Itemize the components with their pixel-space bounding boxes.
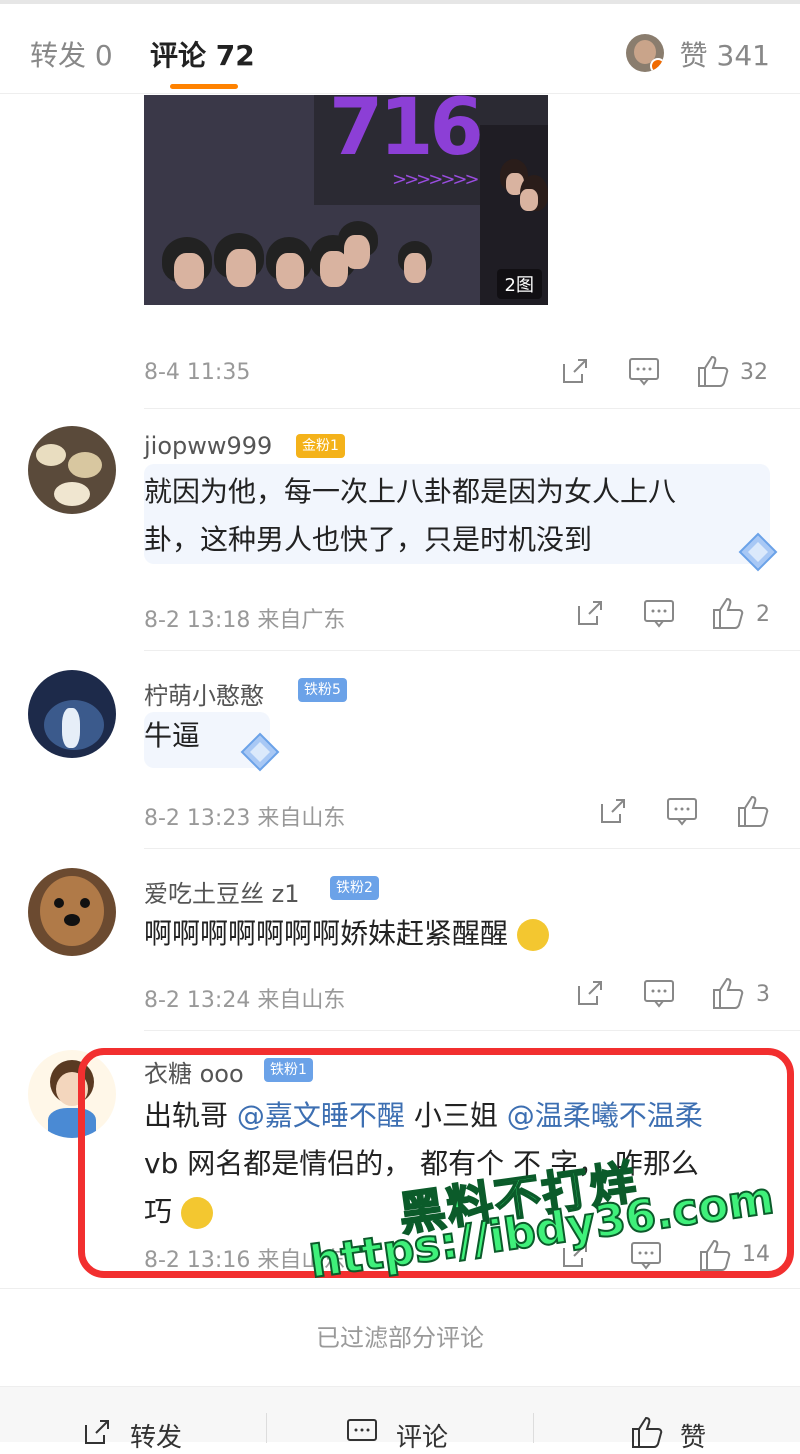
thumbs-up-icon[interactable] <box>630 1415 664 1453</box>
username[interactable]: 柠萌小憨憨 <box>144 676 264 711</box>
like-count: 3 <box>756 982 770 1007</box>
comment-icon[interactable] <box>666 796 698 830</box>
post-image[interactable]: 716 >>>>>>> 2图 <box>144 95 548 305</box>
post-time: 8-4 11:35 <box>144 360 251 385</box>
diamond-icon <box>238 730 282 778</box>
fan-badge: 金粉1 <box>296 434 345 458</box>
tab-bar: 转发 0 评论 72 赞 341 <box>0 4 800 94</box>
thumbs-up-icon[interactable] <box>736 794 770 832</box>
comment-icon[interactable] <box>628 356 660 390</box>
fan-badge: 铁粉5 <box>298 678 347 702</box>
divider <box>266 1413 267 1443</box>
divider <box>144 848 800 849</box>
comment-text: 啊啊啊啊啊啊啊娇妹赶紧醒醒 <box>144 910 549 958</box>
avatar[interactable] <box>28 670 116 758</box>
share-icon[interactable] <box>575 978 605 1012</box>
tab-comment[interactable]: 评论 72 <box>150 34 255 74</box>
divider <box>533 1413 534 1443</box>
chevron-decoration: >>>>>>> <box>392 169 480 190</box>
divider <box>144 1030 800 1031</box>
liker-avatar[interactable] <box>626 34 664 72</box>
like-button[interactable]: 赞 <box>680 1417 706 1454</box>
fan-badge: 铁粉2 <box>330 876 379 900</box>
active-tab-indicator <box>170 84 238 89</box>
divider <box>144 408 800 409</box>
repost-button[interactable]: 转发 <box>130 1417 182 1454</box>
comment-time: 8-2 13:23 来自山东 <box>144 806 346 831</box>
comment-icon[interactable] <box>643 598 675 632</box>
share-icon[interactable] <box>575 598 605 632</box>
people-row <box>144 221 548 305</box>
comment-icon[interactable] <box>643 978 675 1012</box>
verified-icon <box>650 58 664 72</box>
thumbs-up-icon[interactable] <box>711 596 745 634</box>
avatar[interactable] <box>28 868 116 956</box>
comment-time: 8-2 13:24 来自山东 <box>144 988 346 1013</box>
share-icon[interactable] <box>82 1417 112 1451</box>
comment-text: 牛逼 <box>144 719 201 752</box>
post-like-count: 32 <box>740 360 768 385</box>
thumbs-up-icon[interactable] <box>711 976 745 1014</box>
tab-repost[interactable]: 转发 0 <box>30 34 113 74</box>
share-icon[interactable] <box>598 796 628 830</box>
username[interactable]: jiopww999 <box>144 432 272 460</box>
avatar[interactable] <box>28 426 116 514</box>
comment-icon[interactable] <box>346 1417 378 1451</box>
comment-time: 8-2 13:18 来自广东 <box>144 608 346 633</box>
diamond-icon <box>736 530 780 578</box>
divider <box>144 650 800 651</box>
stage-logo: 716 <box>329 95 484 173</box>
username[interactable]: 爱吃土豆丝 z1 <box>144 874 300 909</box>
comment-text: 就因为他，每一次上八卦都是因为女人上八 卦，这种男人也快了，只是时机没到 <box>144 475 677 556</box>
like-count: 2 <box>756 602 770 627</box>
crying-emoji-icon <box>516 919 549 951</box>
share-icon[interactable] <box>560 356 590 390</box>
comment-button[interactable]: 评论 <box>396 1417 448 1454</box>
thumbs-up-icon[interactable] <box>696 354 730 392</box>
bottom-action-bar: 转发 评论 赞 <box>0 1386 800 1453</box>
filtered-notice: 已过滤部分评论 <box>0 1288 800 1386</box>
image-count-badge: 2图 <box>496 269 542 299</box>
tab-like[interactable]: 赞 341 <box>680 34 770 74</box>
